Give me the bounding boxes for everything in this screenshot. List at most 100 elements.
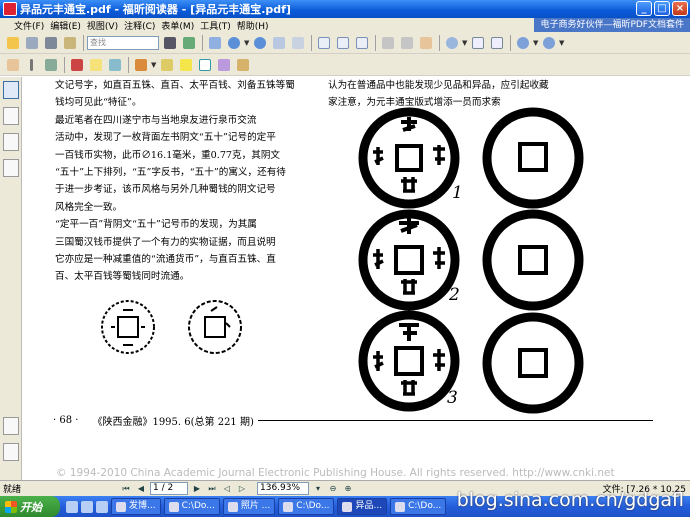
folder-icon [168, 501, 179, 512]
shape-button[interactable] [158, 56, 175, 73]
desktop-icon[interactable] [81, 500, 93, 513]
menu-help[interactable]: 帮助(H) [234, 19, 272, 32]
media-icon[interactable] [96, 500, 108, 513]
prev-page-button[interactable] [225, 34, 242, 51]
journal-citation: 《陕西金融》1995. 6(总第 221 期) [92, 417, 254, 428]
menu-comment[interactable]: 注释(C) [121, 19, 158, 32]
comments-panel-button[interactable] [3, 417, 19, 435]
snapshot-button[interactable] [42, 56, 59, 73]
status-ready: 就绪 [3, 485, 22, 495]
link-button[interactable] [106, 56, 123, 73]
last-page-button[interactable] [270, 34, 287, 51]
folder-icon [6, 36, 19, 49]
copyright-notice: © 1994-2010 China Academic Journal Elect… [56, 467, 615, 479]
page-number-input[interactable]: 1 / 2 [150, 482, 188, 495]
back-icon[interactable]: ◁ [221, 483, 233, 495]
redo-button[interactable] [398, 34, 415, 51]
zoom-tool-button[interactable] [443, 34, 460, 51]
minimize-button[interactable]: _ [636, 1, 652, 16]
hand-icon [419, 36, 432, 49]
close-button[interactable]: × [672, 1, 688, 16]
find-next-button[interactable] [180, 34, 197, 51]
last-page-icon[interactable]: ⏭ [206, 483, 218, 495]
callout-button[interactable] [215, 56, 232, 73]
textbox-button[interactable] [196, 56, 213, 73]
save-button[interactable] [23, 34, 40, 51]
taskbar-item-folder[interactable]: C:\Do... [163, 498, 220, 515]
bookmarks-panel-button[interactable] [3, 81, 19, 99]
fit-width-button[interactable] [488, 34, 505, 51]
taskbar-item-folder[interactable]: C:\Do... [390, 498, 447, 515]
chevron-down-icon[interactable]: ▼ [244, 36, 251, 50]
note-button[interactable] [87, 56, 104, 73]
email-button[interactable] [61, 34, 78, 51]
chevron-down-icon[interactable]: ▼ [151, 58, 158, 72]
two-page-button[interactable] [334, 34, 351, 51]
attachments-panel-button[interactable] [3, 159, 19, 177]
start-button[interactable]: 开始 [0, 496, 60, 517]
find-prev-button[interactable] [161, 34, 178, 51]
camera-icon [44, 58, 57, 71]
maximize-button[interactable]: □ [654, 1, 670, 16]
navigation-sidebar [0, 77, 22, 480]
page-number: · 68 · [53, 415, 79, 426]
select-text-button[interactable] [23, 56, 40, 73]
taskbar-item-blog[interactable]: 发博... [111, 498, 161, 515]
search-input[interactable]: 查找 [87, 35, 159, 50]
coin-2-reverse [482, 209, 584, 311]
single-page-button[interactable] [315, 34, 332, 51]
foxit-app-icon[interactable] [3, 2, 17, 16]
menu-tools[interactable]: 工具(T) [197, 19, 234, 32]
plus-circle-icon [542, 36, 555, 49]
pencil-button[interactable] [132, 56, 149, 73]
forward-button[interactable] [289, 34, 306, 51]
menu-view[interactable]: 视图(V) [84, 19, 121, 32]
menu-edit[interactable]: 编辑(E) [47, 19, 84, 32]
taskbar-item-folder[interactable]: C:\Do... [278, 498, 335, 515]
chevron-down-icon[interactable]: ▼ [462, 36, 469, 50]
ie-icon[interactable] [66, 500, 78, 513]
ad-banner[interactable]: 电子商务好伙伴—福昕PDF文档套件 [534, 18, 690, 32]
arrow-down-icon [253, 36, 266, 49]
menu-file[interactable]: 文件(F) [0, 19, 47, 32]
typewriter-button[interactable] [68, 56, 85, 73]
select-hand-button[interactable] [4, 56, 21, 73]
first-page-icon[interactable]: ⏮ [120, 483, 132, 495]
open-button[interactable] [4, 34, 21, 51]
menu-form[interactable]: 表单(M) [158, 19, 197, 32]
typewriter-icon [70, 58, 83, 71]
properties-panel-button[interactable] [3, 443, 19, 461]
highlight-button[interactable] [177, 56, 194, 73]
prev-page-icon[interactable]: ◀ [135, 483, 147, 495]
zoom-dropdown-icon[interactable]: ▾ [312, 483, 324, 495]
fit-page-button[interactable] [469, 34, 486, 51]
zoom-level-input[interactable]: 136.93% [257, 482, 309, 495]
undo-button[interactable] [379, 34, 396, 51]
continuous-button[interactable] [353, 34, 370, 51]
next-page-button[interactable] [251, 34, 268, 51]
title-bar: 异品元丰通宝.pdf - 福昕阅读器 - [异品元丰通宝.pdf] _ □ × [0, 0, 690, 18]
small-coin-reverse [188, 300, 242, 354]
stamp-icon [236, 58, 249, 71]
fit-page-icon [471, 36, 484, 49]
chevron-down-icon[interactable]: ▼ [533, 36, 540, 50]
coin-3-reverse [482, 312, 584, 414]
taskbar-item-label: 照片 ... [240, 501, 271, 511]
next-page-icon[interactable]: ▶ [191, 483, 203, 495]
print-button[interactable] [42, 34, 59, 51]
chevron-down-icon[interactable]: ▼ [559, 36, 566, 50]
zoom-out-icon[interactable]: ⊖ [327, 483, 339, 495]
pages-panel-button[interactable] [3, 107, 19, 125]
layers-panel-button[interactable] [3, 133, 19, 151]
stamp-button[interactable] [234, 56, 251, 73]
zoom-in-button[interactable] [540, 34, 557, 51]
first-page-button[interactable] [206, 34, 223, 51]
hand-tool-button[interactable] [417, 34, 434, 51]
zoom-out-button[interactable] [514, 34, 531, 51]
zoom-in-icon[interactable]: ⊕ [342, 483, 354, 495]
document-view[interactable]: 文记号字，如直百五铢、直百、太平百钱、刘备五铢等蜀 钱均可见此“特征”。 最近笔… [23, 77, 690, 480]
toolbar-separator [375, 34, 376, 51]
taskbar-item-photos[interactable]: 照片 ... [222, 498, 276, 515]
forward-icon[interactable]: ▷ [236, 483, 248, 495]
taskbar-item-pdf[interactable]: 异品... [337, 498, 388, 515]
